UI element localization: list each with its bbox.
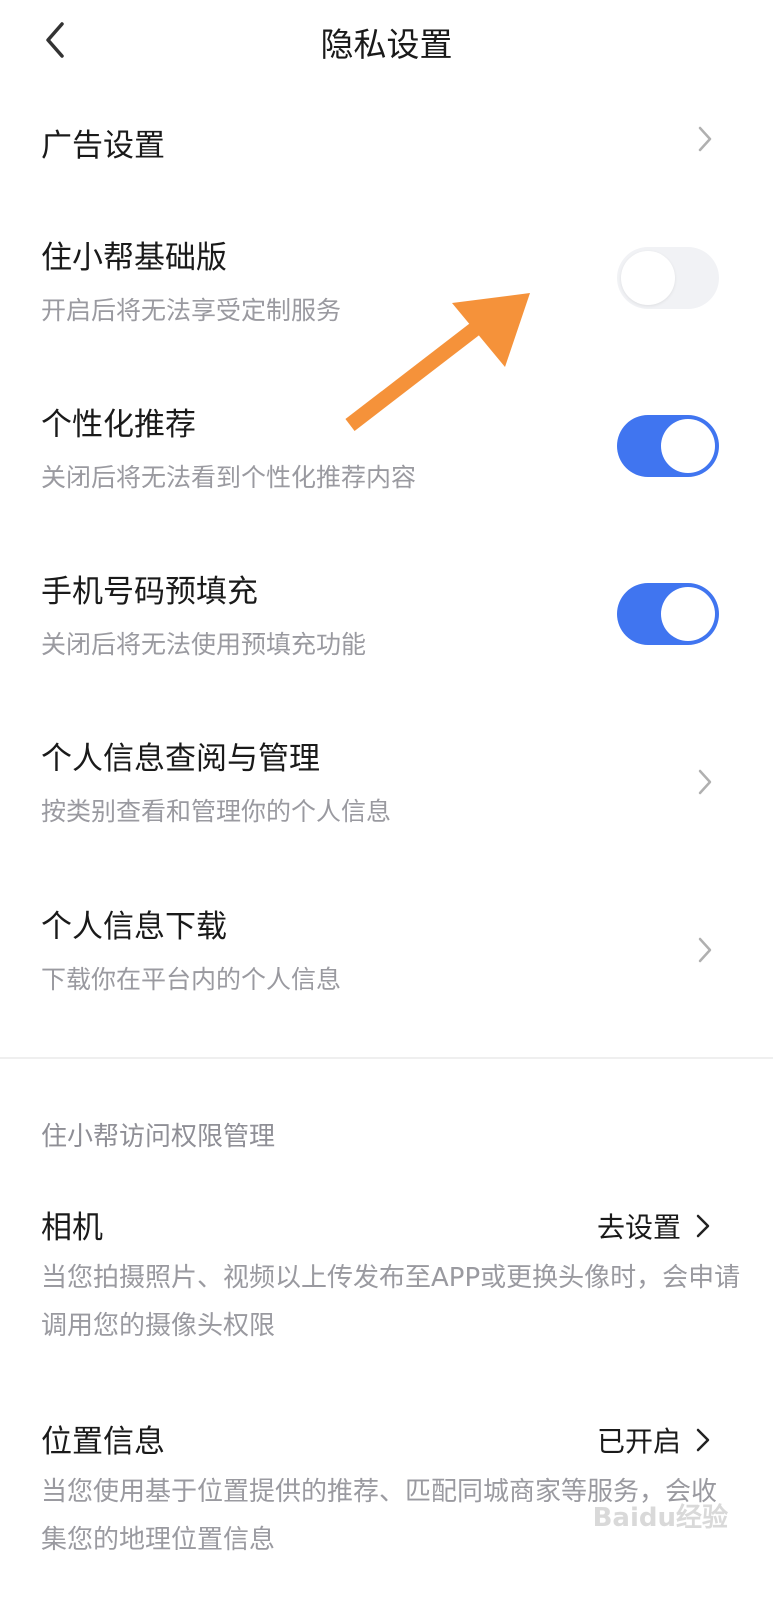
setting-subtitle: 按类别查看和管理你的个人信息 xyxy=(41,797,392,826)
watermark: Baidu经验 xyxy=(592,1503,728,1533)
setting-subtitle: 开启后将无法享受定制服务 xyxy=(41,296,342,325)
setting-label: 个人信息查阅与管理 xyxy=(41,741,320,777)
chevron-right-icon xyxy=(696,1214,710,1238)
setting-row-phone-prefill: 手机号码预填充 关闭后将无法使用预填充功能 xyxy=(0,549,773,669)
setting-row-ad[interactable]: 广告设置 xyxy=(0,100,773,180)
permission-label: 相机 xyxy=(41,1210,103,1246)
permission-description: 当您拍摄照片、视频以上传发布至APP或更换头像时，会申请调用您的摄像头权限 xyxy=(41,1263,741,1341)
permission-row-location[interactable]: 位置信息 已开启 当您使用基于位置提供的推荐、匹配同城商家等服务，会收集您的地理… xyxy=(0,1404,773,1564)
chevron-right-icon xyxy=(698,937,712,963)
page-title: 隐私设置 xyxy=(320,25,453,64)
permission-label: 位置信息 xyxy=(41,1424,165,1460)
basic-mode-toggle[interactable] xyxy=(617,247,719,309)
permission-action-text: 已开启 xyxy=(596,1425,681,1458)
permission-row-camera[interactable]: 相机 去设置 当您拍摄照片、视频以上传发布至APP或更换头像时，会申请调用您的摄… xyxy=(0,1190,773,1350)
camera-action[interactable]: 去设置 xyxy=(597,1206,711,1246)
permission-action-text: 去设置 xyxy=(596,1211,681,1244)
setting-label: 住小帮基础版 xyxy=(41,240,227,276)
setting-label: 手机号码预填充 xyxy=(41,574,258,610)
section-divider xyxy=(0,1057,773,1059)
chevron-right-icon xyxy=(698,769,712,795)
setting-subtitle: 关闭后将无法看到个性化推荐内容 xyxy=(41,463,417,492)
personalized-toggle[interactable] xyxy=(617,415,719,477)
permissions-section-title: 住小帮访问权限管理 xyxy=(41,1122,276,1152)
setting-row-info-download[interactable]: 个人信息下载 下载你在平台内的个人信息 xyxy=(0,884,773,1004)
chevron-right-icon xyxy=(696,1428,710,1452)
setting-row-info-manage[interactable]: 个人信息查阅与管理 按类别查看和管理你的个人信息 xyxy=(0,716,773,836)
setting-subtitle: 下载你在平台内的个人信息 xyxy=(41,965,342,994)
toggle-knob xyxy=(661,587,715,641)
nav-header: 隐私设置 xyxy=(0,0,773,84)
setting-label: 广告设置 xyxy=(41,128,165,164)
toggle-knob xyxy=(661,419,715,473)
setting-label: 个人信息下载 xyxy=(41,909,227,945)
location-action[interactable]: 已开启 xyxy=(597,1420,711,1460)
phone-prefill-toggle[interactable] xyxy=(617,583,719,645)
toggle-knob xyxy=(621,251,675,305)
setting-label: 个性化推荐 xyxy=(41,407,196,443)
chevron-right-icon xyxy=(698,126,712,152)
setting-subtitle: 关闭后将无法使用预填充功能 xyxy=(41,630,367,659)
annotation-arrow-icon xyxy=(345,293,530,431)
